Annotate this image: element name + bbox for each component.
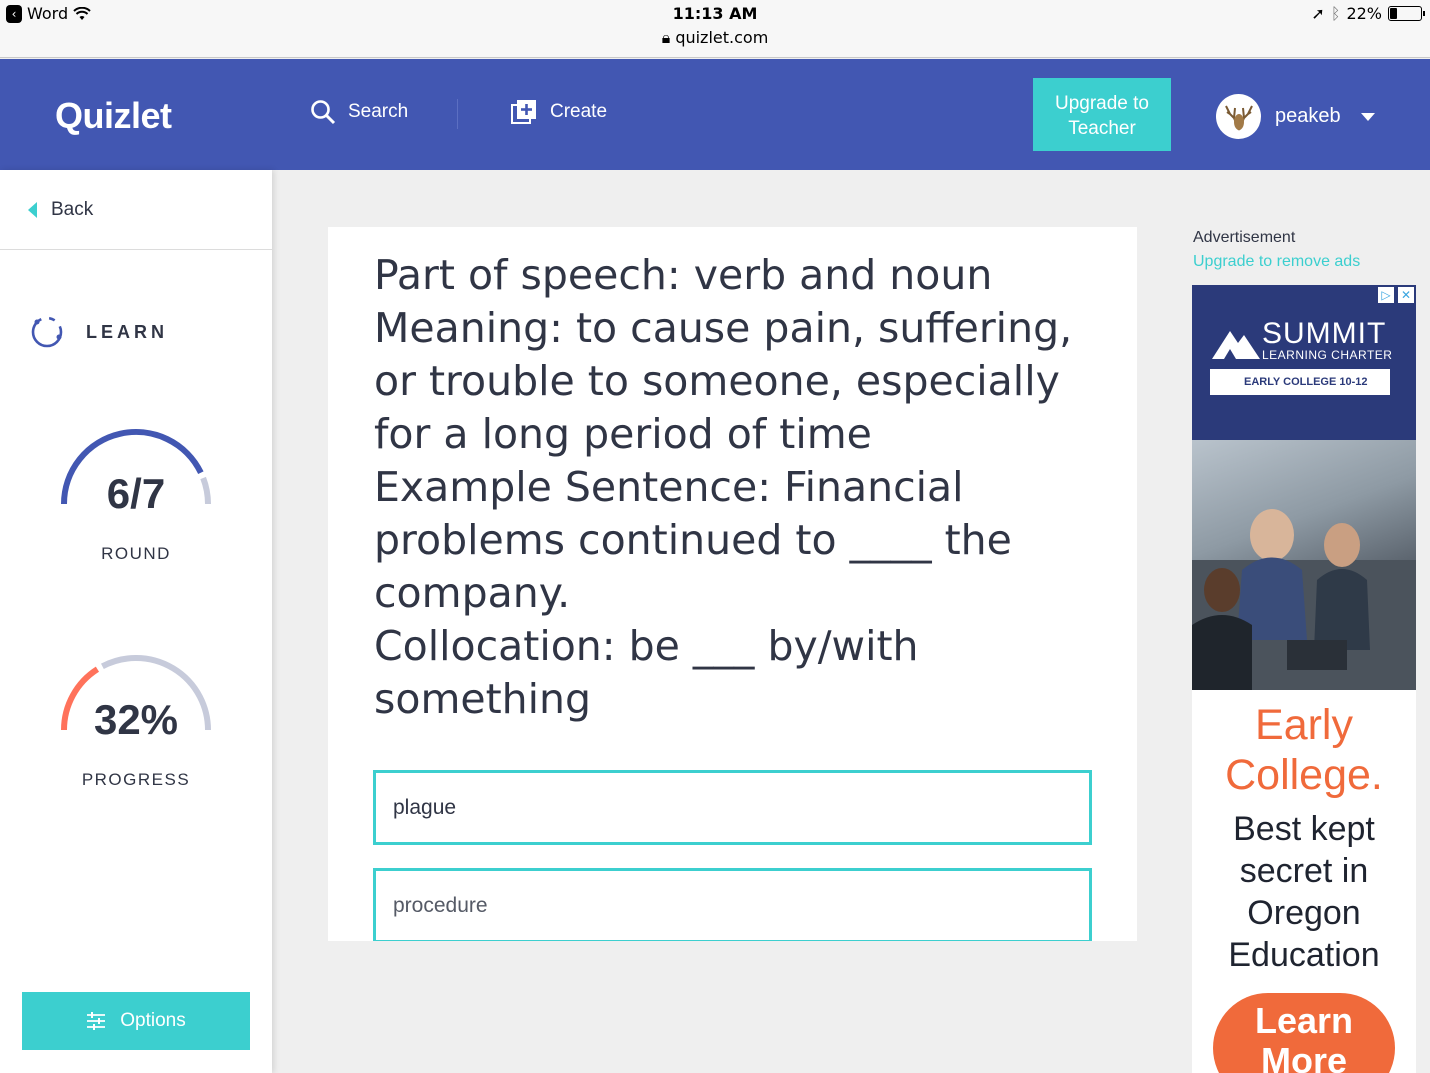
learn-mode-header: LEARN — [30, 315, 168, 349]
prompt-line: Collocation: be ___ by/with something — [374, 622, 919, 723]
brand-subtitle: LEARNING CHARTER — [1262, 348, 1393, 362]
quizlet-logo[interactable]: Quizlet — [55, 95, 172, 137]
ad-controls: ▷ ✕ — [1378, 287, 1414, 303]
brand-title: SUMMIT — [1262, 317, 1387, 350]
upgrade-to-teacher-button[interactable]: Upgrade to Teacher — [1033, 78, 1171, 151]
prompt-line: Part of speech: verb and noun — [374, 251, 993, 299]
create-icon — [511, 100, 536, 124]
url-text: quizlet.com — [675, 28, 769, 47]
battery-icon — [1388, 6, 1425, 21]
ad-heading: Advertisement — [1193, 229, 1296, 246]
url-bar[interactable]: 🔒︎ quizlet.com — [0, 28, 1430, 48]
ad-body: Best kept secret in Oregon Education — [1192, 808, 1416, 976]
avatar — [1216, 94, 1261, 139]
battery-percent: 22% — [1346, 4, 1382, 23]
deer-avatar-icon — [1224, 105, 1253, 130]
prompt-line: Meaning: to cause pain, suffering, or tr… — [374, 304, 1073, 458]
photo-illustration — [1192, 509, 1416, 690]
back-button[interactable]: Back — [0, 170, 272, 250]
ad-body-line: Oregon — [1247, 894, 1361, 932]
search-label: Search — [348, 101, 409, 122]
search-button[interactable]: Search — [310, 99, 408, 125]
clock: 11:13 AM — [672, 4, 758, 23]
learn-more-button[interactable]: Learn More — [1213, 993, 1395, 1073]
progress-value: 32% — [93, 696, 179, 743]
ad-headline: Early College. — [1192, 700, 1416, 800]
user-menu[interactable]: peakeb — [1216, 94, 1375, 139]
ad-body-line: secret in — [1239, 852, 1369, 890]
progress-gauge: 32% PROGRESS — [56, 648, 216, 789]
prompt-line: Example Sentence: Financial problems con… — [374, 463, 1012, 617]
cta-line: Learn — [1254, 1000, 1354, 1041]
round-gauge: 6/7 ROUND — [56, 422, 216, 563]
ad-classroom-photo — [1192, 440, 1416, 690]
status-center: 11:13 AM 🔒︎ quizlet.com — [0, 4, 1430, 48]
options-button[interactable]: Options — [22, 992, 250, 1050]
ad-brand-area: ▷ ✕ SUMMIT LEARNING CHARTER EARLY COLLEG… — [1192, 285, 1416, 440]
round-value: 6/7 — [106, 470, 166, 517]
create-button[interactable]: Create — [510, 99, 607, 125]
progress-label: PROGRESS — [81, 770, 191, 789]
sliders-icon — [87, 1012, 106, 1030]
ad-body-line: Best kept — [1233, 810, 1375, 848]
adchoices-icon[interactable]: ▷ — [1378, 287, 1394, 303]
bluetooth-icon: ᛒ — [1330, 4, 1341, 23]
mountain-logo-icon — [1212, 331, 1260, 359]
ios-status-bar: ‹ Word 11:13 AM 🔒︎ quizlet.com ➚ ᛒ 22% — [0, 0, 1430, 58]
search-icon — [311, 100, 336, 125]
remove-ads-link[interactable]: Upgrade to remove ads — [1193, 253, 1360, 271]
back-label: Back — [51, 198, 94, 220]
app-header: Quizlet Search Create Upgrade to Teacher… — [0, 59, 1430, 170]
upgrade-label-line1: Upgrade to — [1054, 93, 1149, 114]
ad-headline-line: College. — [1225, 751, 1383, 799]
ad-headline-line: Early — [1255, 701, 1353, 749]
answer-option[interactable]: plague — [373, 770, 1092, 845]
nav-divider — [457, 99, 458, 129]
chevron-down-icon — [1360, 112, 1375, 121]
learn-sidebar: Back LEARN 6/7 ROUND 32% PROGRESS Option… — [0, 170, 272, 1073]
create-label: Create — [550, 101, 608, 122]
close-icon[interactable]: ✕ — [1398, 287, 1414, 303]
brand-bar: EARLY COLLEGE 10-12 — [1210, 369, 1390, 395]
back-arrow-icon — [28, 201, 37, 218]
answer-option[interactable]: procedure — [373, 868, 1092, 941]
status-right: ➚ ᛒ 22% — [1311, 4, 1425, 23]
learn-mode-label: LEARN — [86, 321, 168, 342]
upgrade-label-line2: Teacher — [1068, 118, 1136, 139]
question-prompt: Part of speech: verb and noun Meaning: t… — [374, 249, 1094, 726]
advertisement-banner[interactable]: ▷ ✕ SUMMIT LEARNING CHARTER EARLY COLLEG… — [1192, 285, 1416, 1073]
lock-icon: 🔒︎ — [661, 28, 671, 47]
options-label: Options — [120, 1010, 186, 1031]
location-arrow-icon: ➚ — [1311, 4, 1325, 23]
cta-line: More — [1260, 1040, 1347, 1073]
round-label: ROUND — [101, 544, 171, 563]
question-card: Part of speech: verb and noun Meaning: t… — [328, 227, 1137, 941]
learn-icon — [31, 316, 63, 348]
username: peakeb — [1275, 105, 1341, 127]
ad-body-line: Education — [1228, 936, 1380, 974]
